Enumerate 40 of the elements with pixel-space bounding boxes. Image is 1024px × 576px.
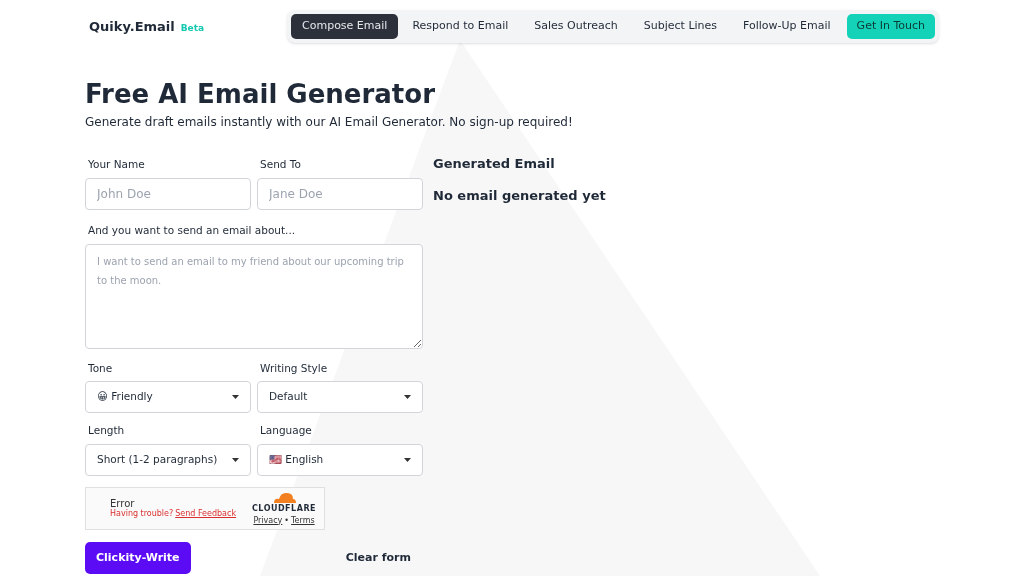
nav-tab[interactable]: Compose Email [291, 14, 399, 39]
captcha-status: Error [110, 498, 136, 509]
clear-form-button[interactable]: Clear form [333, 542, 423, 574]
message-field[interactable]: I want to send an email to my friend about our upcoming trip to the moon. [85, 243, 423, 349]
field-label: Language [259, 423, 313, 439]
select-dropdown[interactable]: Short (1-2 paragraphs) [85, 444, 251, 476]
caret-icon [232, 458, 239, 462]
terms-link[interactable]: Terms [291, 514, 315, 527]
select-dropdown[interactable]: Default [257, 381, 423, 414]
nav-tab[interactable]: Subject Lines [631, 14, 730, 39]
nav-tab[interactable]: Sales Outreach [522, 14, 630, 39]
submit-button[interactable]: Clickity-Write [85, 542, 191, 574]
get-in-touch-button[interactable]: Get In Touch [846, 14, 935, 39]
page-title: Free AI Email Generator [85, 78, 436, 111]
input-field[interactable]: Jane Doe [257, 177, 423, 210]
cloud-icon [272, 490, 296, 503]
field-label: And you want to send an email about... [87, 222, 297, 238]
page-subtitle: Generate draft emails instantly with our AI Email Generator. No sign-up required! [85, 114, 574, 131]
field-label: Writing Style [259, 360, 329, 376]
field-label: Length [87, 423, 126, 439]
caret-icon [404, 458, 411, 462]
privacy-link[interactable]: Privacy [253, 514, 283, 527]
field-label: Your Name [87, 157, 146, 172]
brand-name[interactable]: Quiky.Email [89, 16, 175, 37]
beta-label: Beta [180, 21, 205, 35]
nav-tab[interactable]: Follow-Up Email [731, 14, 843, 39]
select-dropdown[interactable]: 🇺🇸 English [257, 444, 423, 476]
output-heading: Generated Email [433, 155, 556, 173]
captcha-help-text: Having trouble? [110, 508, 174, 519]
field-label: Tone [87, 360, 114, 376]
link-separator: • [284, 514, 290, 527]
empty-output-text: No email generated yet [433, 186, 606, 205]
input-field[interactable]: John Doe [85, 177, 251, 210]
nav-tab[interactable]: Respond to Email [400, 14, 521, 39]
select-dropdown[interactable]: 😀 Friendly [85, 381, 251, 414]
field-label: Send To [259, 157, 302, 172]
cloudflare-logo: CLOUDFLARE [252, 502, 316, 515]
caret-icon [404, 395, 411, 400]
feedback-link[interactable]: Send Feedback [175, 508, 237, 519]
caret-icon [232, 395, 239, 400]
